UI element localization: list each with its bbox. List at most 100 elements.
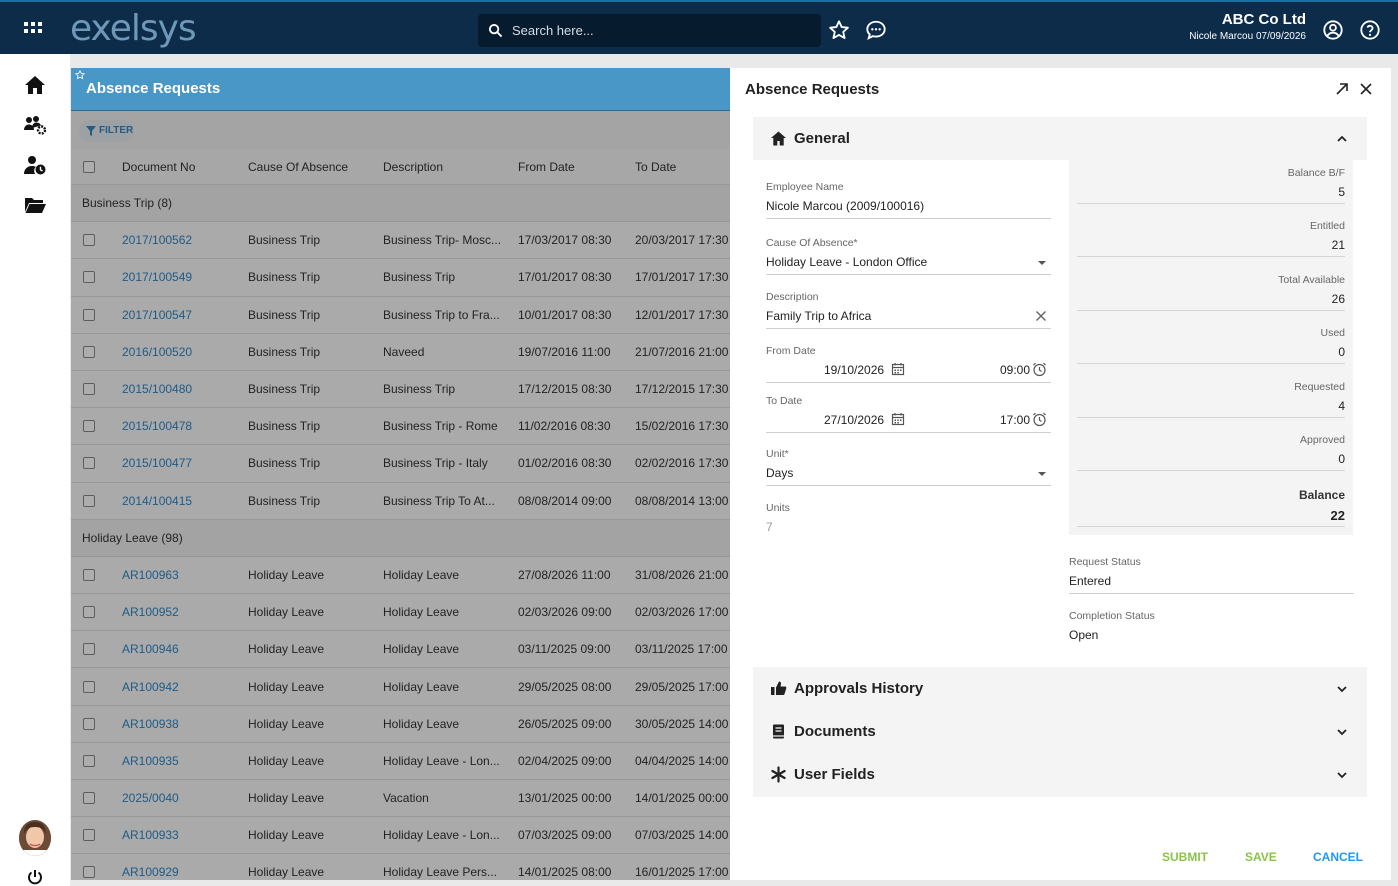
documents-header[interactable]: Documents	[753, 710, 1367, 753]
help-icon[interactable]	[1359, 19, 1381, 41]
logo-text: exelsys	[70, 8, 197, 49]
to-time-value[interactable]: 17:00	[1000, 413, 1030, 427]
description-input[interactable]: Family Trip to Africa	[766, 309, 1051, 329]
employee-name-value: Nicole Marcou (2009/100016)	[766, 199, 1051, 219]
apps-grid-icon[interactable]	[22, 18, 44, 40]
absence-detail-panel: Absence Requests General Employee Name N…	[730, 68, 1391, 880]
from-date-label: From Date	[766, 345, 816, 357]
employee-name-label: Employee Name	[766, 181, 844, 193]
list-title: Absence Requests	[86, 80, 221, 97]
user-date: Nicole Marcou 07/09/2026	[1189, 31, 1306, 42]
alarm-clock-icon[interactable]	[1032, 362, 1047, 377]
cause-of-absence-value: Holiday Leave - London Office	[766, 255, 928, 269]
balance-value: 0	[1077, 345, 1345, 364]
request-status-label: Request Status	[1069, 556, 1141, 568]
submit-button[interactable]: SUBMIT	[1162, 850, 1208, 864]
from-time-value[interactable]: 09:00	[1000, 363, 1030, 377]
description-label: Description	[766, 291, 819, 303]
description-value: Family Trip to Africa	[766, 309, 872, 323]
top-bar: exelsys ABC Co Ltd Nicole Marcou 07/09/2…	[0, 0, 1398, 54]
user-fields-header[interactable]: User Fields	[753, 753, 1367, 796]
company-info: ABC Co Ltd Nicole Marcou 07/09/2026	[1189, 11, 1306, 42]
home-icon[interactable]	[23, 74, 47, 96]
description-field[interactable]: Description Family Trip to Africa	[766, 291, 1051, 329]
calendar-icon[interactable]	[891, 362, 905, 376]
to-date-input[interactable]: 27/10/2026 17:00	[766, 412, 1051, 433]
clear-icon[interactable]	[1035, 310, 1047, 322]
request-status-value: Entered	[1069, 574, 1354, 594]
left-nav-rail	[0, 54, 70, 886]
chevron-down-icon[interactable]	[1336, 683, 1348, 695]
general-body: Employee Name Nicole Marcou (2009/100016…	[753, 160, 1367, 666]
balance-value: 0	[1077, 452, 1345, 471]
from-date-field[interactable]: From Date 19/10/2026 09:00	[766, 345, 1051, 383]
from-date-input[interactable]: 19/10/2026 09:00	[766, 362, 1051, 383]
cause-of-absence-select[interactable]: Holiday Leave - London Office	[766, 255, 1051, 275]
chevron-down-icon[interactable]	[1336, 726, 1348, 738]
balance-label: Entitled	[1309, 220, 1345, 232]
chevron-up-icon[interactable]	[1336, 133, 1348, 145]
team-settings-icon[interactable]	[23, 114, 47, 136]
balance-item: Approved 0	[1077, 434, 1345, 471]
user-fields-label: User Fields	[794, 766, 875, 783]
to-date-value[interactable]: 27/10/2026	[824, 413, 884, 427]
balance-value: 21	[1077, 238, 1345, 257]
to-date-field[interactable]: To Date 27/10/2026 17:00	[766, 395, 1051, 433]
general-section: General Employee Name Nicole Marcou (200…	[753, 117, 1367, 666]
list-header: Absence Requests	[71, 68, 731, 111]
search-box[interactable]	[478, 14, 821, 47]
approvals-history-header[interactable]: Approvals History	[753, 667, 1367, 710]
user-clock-icon[interactable]	[23, 154, 47, 176]
search-icon	[488, 23, 503, 38]
favorites-star-icon[interactable]	[828, 19, 850, 41]
save-button[interactable]: SAVE	[1245, 850, 1277, 864]
general-section-header[interactable]: General	[753, 117, 1367, 160]
employee-name-field: Employee Name Nicole Marcou (2009/100016…	[766, 181, 1051, 219]
balance-value: 5	[1077, 185, 1345, 204]
units-value: 7	[766, 520, 773, 534]
company-name: ABC Co Ltd	[1221, 11, 1306, 28]
cause-of-absence-label: Cause Of Absence*	[766, 237, 858, 249]
balance-label: Used	[1320, 327, 1345, 339]
from-date-value[interactable]: 19/10/2026	[824, 363, 884, 377]
power-icon[interactable]	[26, 868, 44, 886]
balance-item: Balance 22	[1077, 488, 1345, 527]
folder-open-icon[interactable]	[23, 194, 47, 216]
unit-select[interactable]: Days	[766, 466, 1051, 486]
modal-backdrop[interactable]	[71, 110, 731, 880]
cause-of-absence-field[interactable]: Cause Of Absence* Holiday Leave - London…	[766, 237, 1051, 275]
collapsed-sections: Approvals History Documents User Fields	[753, 667, 1367, 797]
dropdown-arrow-icon[interactable]	[1037, 469, 1047, 479]
calendar-icon[interactable]	[891, 412, 905, 426]
exelsys-logo[interactable]: exelsys	[70, 8, 197, 49]
account-icon[interactable]	[1322, 19, 1344, 41]
close-icon[interactable]	[1359, 82, 1373, 96]
favorite-star-icon[interactable]	[75, 70, 85, 80]
unit-value: Days	[766, 466, 794, 480]
open-in-full-icon[interactable]	[1335, 82, 1349, 96]
approvals-history-label: Approvals History	[794, 680, 924, 697]
balance-value: 26	[1077, 292, 1345, 311]
balance-item: Total Available 26	[1077, 274, 1345, 311]
cancel-button[interactable]: CANCEL	[1313, 850, 1363, 864]
general-section-label: General	[794, 130, 850, 147]
chat-icon[interactable]	[865, 19, 887, 41]
balance-item: Used 0	[1077, 327, 1345, 364]
dropdown-arrow-icon[interactable]	[1037, 258, 1047, 268]
balance-item: Balance B/F 5	[1077, 167, 1345, 204]
alarm-clock-icon[interactable]	[1032, 412, 1047, 427]
documents-label: Documents	[794, 723, 876, 740]
search-input[interactable]	[512, 14, 812, 47]
home-icon	[771, 131, 786, 146]
balance-item: Entitled 21	[1077, 220, 1345, 257]
chevron-down-icon[interactable]	[1336, 769, 1348, 781]
balance-item: Requested 4	[1077, 381, 1345, 418]
balance-label: Approved	[1300, 434, 1345, 446]
user-avatar[interactable]	[19, 820, 51, 856]
to-date-label: To Date	[766, 395, 803, 407]
balance-label: Balance B/F	[1287, 167, 1345, 179]
completion-status-label: Completion Status	[1069, 610, 1155, 622]
detail-title: Absence Requests	[745, 81, 880, 98]
unit-field[interactable]: Unit* Days	[766, 448, 1051, 486]
balance-label: Balance	[1298, 488, 1345, 502]
